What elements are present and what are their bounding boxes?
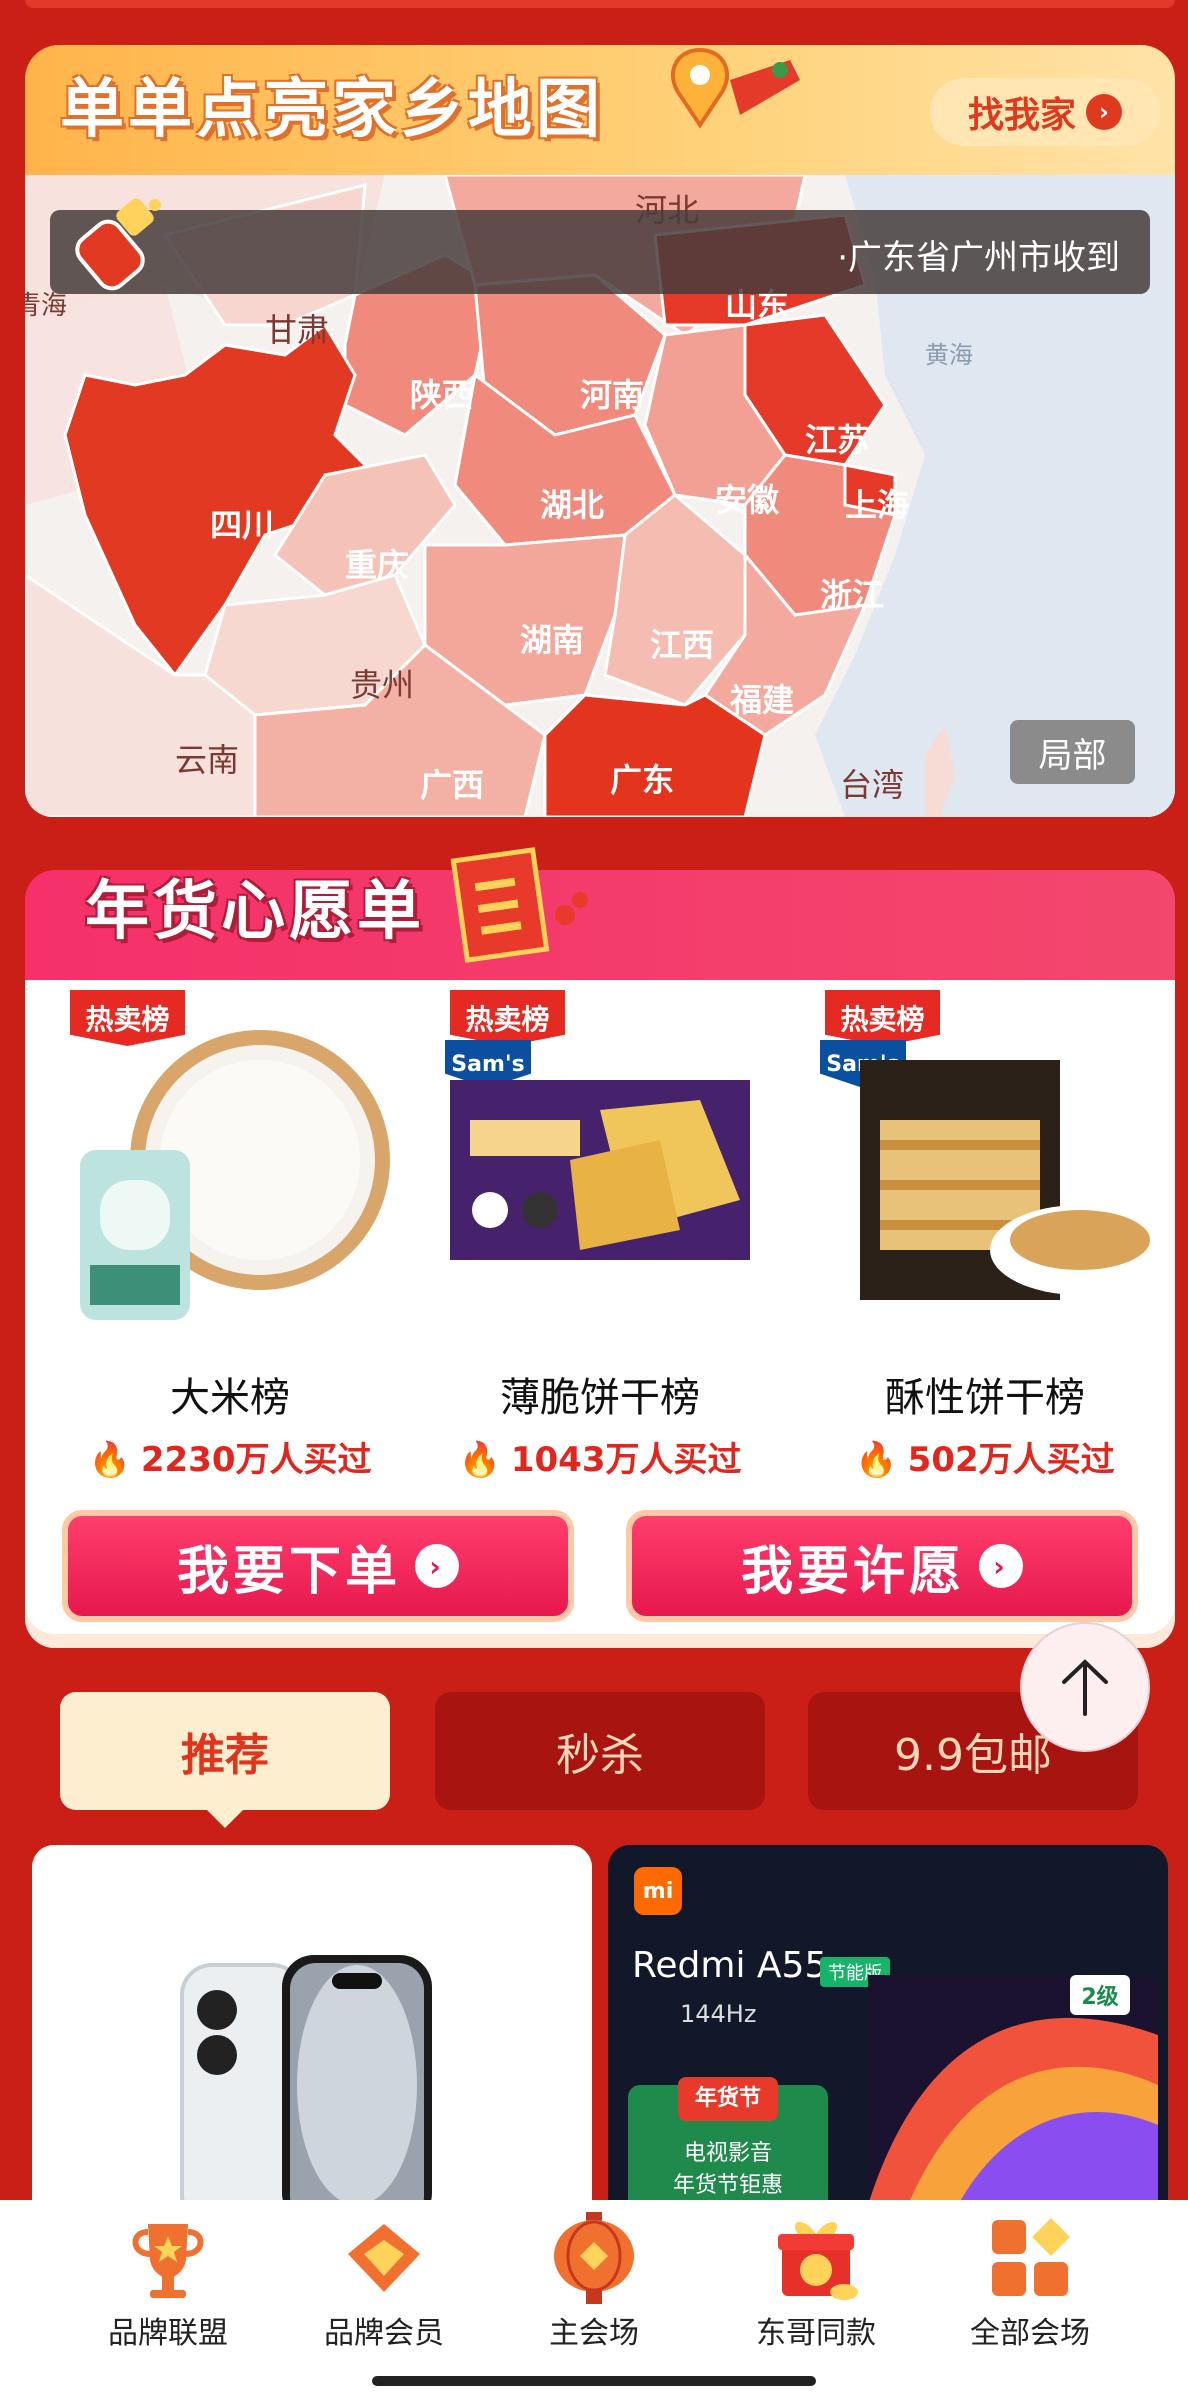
feed-card-phone[interactable] xyxy=(32,1845,592,2205)
nav-brand-alliance[interactable]: 品牌联盟 xyxy=(68,2210,268,2360)
nav-label: 全部会场 xyxy=(970,2316,1090,2351)
province-shaanxi[interactable]: 陕西 xyxy=(410,370,474,416)
pastry-image xyxy=(860,1060,1170,1300)
lantern-icon xyxy=(554,2212,634,2304)
nav-label: 主会场 xyxy=(549,2316,639,2351)
province-hubei[interactable]: 湖北 xyxy=(540,480,604,526)
promo-line-1: 电视影音 xyxy=(683,2141,772,2166)
product-card-pastry[interactable]: 热卖榜 Sam's xyxy=(800,990,1180,1410)
grid-icon xyxy=(992,2218,1070,2296)
ticker-text: ·广东省广州市收到 xyxy=(837,238,1120,278)
chevron-right-icon: › xyxy=(415,1544,459,1588)
map-title: 单单点亮家乡地图 xyxy=(60,73,604,147)
product-sales: 🔥 1043万人买过 xyxy=(410,1432,790,1481)
top-strip xyxy=(25,0,1175,8)
hot-badge: 热卖榜 xyxy=(825,990,940,1046)
nav-dongge-same[interactable]: 东哥同款 xyxy=(716,2210,916,2360)
chevron-right-icon: › xyxy=(979,1544,1023,1588)
province-sichuan[interactable]: 四川 xyxy=(210,500,274,546)
province-henan[interactable]: 河南 xyxy=(580,370,644,416)
tv-title: Redmi A55 xyxy=(632,1945,828,1986)
nav-label: 东哥同款 xyxy=(756,2316,876,2351)
province-taiwan[interactable]: 台湾 xyxy=(840,760,904,806)
firecracker-icon xyxy=(75,198,161,291)
wish-button[interactable]: 我要许愿 › xyxy=(626,1510,1138,1622)
province-chongqing[interactable]: 重庆 xyxy=(345,540,409,586)
nav-main-venue[interactable]: 主会场 xyxy=(494,2210,694,2360)
tab-recommend[interactable]: 推荐 xyxy=(60,1692,390,1828)
province-guangxi[interactable]: 广西 xyxy=(420,760,484,806)
order-button-label: 我要下单 xyxy=(176,1541,401,1602)
province-zhejiang[interactable]: 浙江 xyxy=(820,570,884,616)
flame-icon: 🔥 xyxy=(458,1440,501,1480)
map-pin-icon xyxy=(670,47,800,129)
province-gansu[interactable]: 甘肃 xyxy=(265,305,329,351)
product-card-rice[interactable]: 热卖榜 xyxy=(40,990,420,1410)
nav-brand-member[interactable]: 品牌会员 xyxy=(284,2210,484,2360)
arrow-up-icon xyxy=(1062,1659,1108,1716)
wishlist-title: 年货心愿单 xyxy=(85,875,425,949)
product-sales: 🔥 502万人买过 xyxy=(795,1432,1175,1481)
nav-all-venues[interactable]: 全部会场 xyxy=(930,2210,1130,2360)
mi-logo-icon: mi xyxy=(634,1867,682,1915)
province-fujian[interactable]: 福建 xyxy=(730,675,794,721)
feed-card-tv[interactable]: mi Redmi A55 节能版 144Hz 2级 年货节 电视影音 年货节钜惠 xyxy=(608,1845,1168,2205)
promo-head: 年货节 xyxy=(678,2077,778,2121)
gift-icon xyxy=(778,2221,858,2300)
wish-button-label: 我要许愿 xyxy=(740,1541,965,1602)
crackers-image xyxy=(450,1080,750,1260)
tv-subtitle: 144Hz xyxy=(680,2000,757,2028)
province-guizhou[interactable]: 贵州 xyxy=(350,660,414,706)
product-name: 大米榜 xyxy=(170,1375,290,1421)
flame-icon: 🔥 xyxy=(855,1440,898,1480)
home-indicator[interactable] xyxy=(372,2376,816,2386)
promo-tag: 年货节 电视影音 年货节钜惠 xyxy=(628,2077,828,2205)
find-home-button[interactable]: 找我家 › xyxy=(930,78,1160,146)
tab-flash-sale[interactable]: 秒杀 xyxy=(435,1692,765,1810)
phone-image xyxy=(180,1955,432,2205)
energy-label-badge: 2级 xyxy=(1070,1975,1130,2015)
diamond-icon xyxy=(348,2224,420,2292)
find-home-label: 找我家 xyxy=(967,95,1076,136)
promo-line-2: 年货节钜惠 xyxy=(672,2173,783,2198)
trophy-icon xyxy=(132,2224,204,2298)
province-shanghai[interactable]: 上海 xyxy=(845,480,909,526)
province-hunan[interactable]: 湖南 xyxy=(520,615,584,661)
scroll-icon xyxy=(450,847,588,963)
product-sales-text: 1043万人买过 xyxy=(510,1440,742,1480)
local-view-button[interactable]: 局部 xyxy=(1010,720,1135,784)
sea-yellow: 黄海 xyxy=(925,341,973,369)
hot-badge: 热卖榜 xyxy=(450,990,565,1046)
product-name: 薄脆饼干榜 xyxy=(500,1375,700,1421)
province-guangdong[interactable]: 广东 xyxy=(610,755,674,801)
product-card-crackers[interactable]: 热卖榜 Sam's xyxy=(420,990,800,1410)
province-jiangsu[interactable]: 江苏 xyxy=(805,415,869,461)
ticker-bar: ·广东省广州市收到 xyxy=(50,210,1150,294)
province-anhui[interactable]: 安徽 xyxy=(715,475,779,521)
province-yunnan[interactable]: 云南 xyxy=(175,735,239,781)
product-sales-text: 2230万人买过 xyxy=(140,1440,372,1480)
product-sales-text: 502万人买过 xyxy=(907,1440,1115,1480)
nav-label: 品牌会员 xyxy=(324,2316,444,2351)
product-name: 酥性饼干榜 xyxy=(885,1375,1085,1421)
order-button[interactable]: 我要下单 › xyxy=(62,1510,574,1622)
scroll-to-top-button[interactable] xyxy=(1020,1622,1150,1752)
chevron-right-icon: › xyxy=(1086,94,1122,130)
flame-icon: 🔥 xyxy=(88,1440,131,1480)
nav-label: 品牌联盟 xyxy=(108,2316,228,2351)
product-sales: 🔥 2230万人买过 xyxy=(40,1432,420,1481)
province-jiangxi[interactable]: 江西 xyxy=(650,620,714,666)
rice-image xyxy=(80,1030,390,1320)
